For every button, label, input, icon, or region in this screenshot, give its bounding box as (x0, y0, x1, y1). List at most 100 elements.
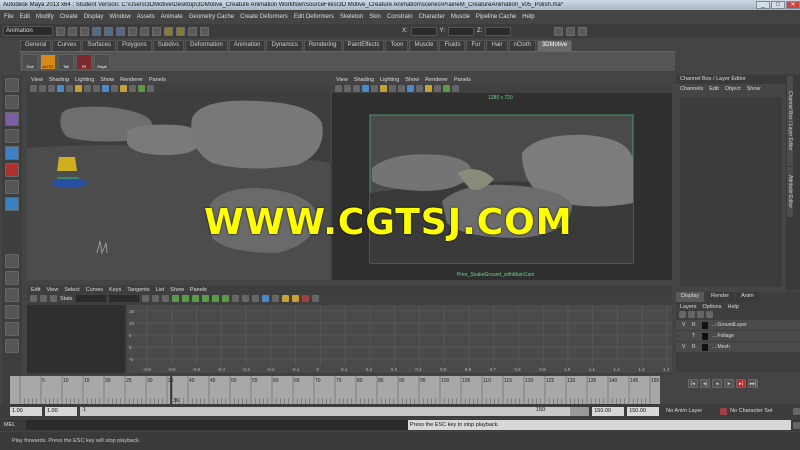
perspective-viewport[interactable]: View Shading Lighting Show Renderer Panels (27, 75, 330, 280)
mel-label[interactable]: MEL (0, 422, 26, 428)
move-layer-down-icon[interactable] (688, 311, 695, 318)
paint-select-icon[interactable] (5, 112, 19, 126)
menu-window[interactable]: Window (109, 14, 130, 20)
smooth-shade-icon[interactable] (407, 85, 414, 92)
lasso-tool-icon[interactable] (5, 95, 19, 109)
menu-set-dropdown[interactable]: Animation (3, 26, 53, 36)
layer-row[interactable]: V R ...:Mesh (676, 342, 800, 352)
playback-end-field[interactable]: 150.00 (592, 406, 625, 416)
z-field[interactable] (485, 26, 512, 36)
playback-button[interactable]: ▸ (724, 378, 734, 388)
spline-tangent-icon[interactable] (171, 295, 179, 302)
viewport-menu-lighting[interactable]: Lighting (380, 77, 399, 83)
attribute-editor-icon[interactable] (554, 26, 564, 36)
shelf-tab-fluids[interactable]: Fluids (439, 40, 466, 51)
channel-menu-object[interactable]: Object (725, 86, 741, 92)
viewport-menu-renderer[interactable]: Renderer (425, 77, 448, 83)
shelf-tab-subdivs[interactable]: Subdivs (152, 40, 185, 51)
lock-weight-icon[interactable] (271, 295, 279, 302)
layout-outliner-icon[interactable] (5, 322, 19, 336)
viewport-menu-panels[interactable]: Panels (454, 77, 471, 83)
side-tab-channel-box[interactable]: Channel Box / Layer Editor (787, 76, 793, 166)
shelf-tab-toon[interactable]: Toon (385, 40, 409, 51)
menu-create-deformers[interactable]: Create Deformers (240, 14, 288, 20)
shelf-button-rt[interactable]: Rt (76, 54, 92, 70)
graph-menu-curves[interactable]: Curves (86, 287, 103, 293)
xray-icon[interactable] (138, 85, 145, 92)
shelf-tab-dynamics[interactable]: Dynamics (266, 40, 303, 51)
new-layer-icon[interactable] (697, 311, 704, 318)
textured-icon[interactable] (416, 85, 423, 92)
layout-custom-icon[interactable] (5, 339, 19, 353)
trax-icon[interactable] (311, 295, 319, 302)
layer-color-swatch[interactable] (702, 343, 708, 351)
menu-assets[interactable]: Assets (137, 14, 155, 20)
wireframe-icon[interactable] (93, 85, 100, 92)
scale-tool-icon[interactable] (5, 163, 19, 177)
channel-menu-channels[interactable]: Channels (680, 86, 703, 92)
grid-icon[interactable] (66, 85, 73, 92)
xray-icon[interactable] (443, 85, 450, 92)
graph-menu-list[interactable]: List (156, 287, 165, 293)
layer-color-swatch[interactable] (702, 332, 708, 340)
side-tab-attribute-editor[interactable]: Attribute Editor (787, 167, 793, 217)
layout-single-icon[interactable] (5, 254, 19, 268)
playback-button[interactable]: ◂ (712, 378, 722, 388)
shelf-tab-hair[interactable]: Hair (486, 40, 508, 51)
menu-muscle[interactable]: Muscle (451, 14, 470, 20)
unify-tangent-icon[interactable] (251, 295, 259, 302)
graph-area[interactable]: -0.8 -0.6 -0.5 -0.4 -0.3 -0.2 -0.1 0 0.1 0.2 0.3 0.… (127, 305, 672, 373)
stats-field-time[interactable] (75, 295, 106, 302)
channel-menu-edit[interactable]: Edit (709, 86, 718, 92)
snap-curve-icon[interactable] (140, 26, 149, 36)
menu-character[interactable]: Character (419, 14, 445, 20)
viewport-menu-panels[interactable]: Panels (149, 77, 166, 83)
camera-viewport[interactable]: View Shading Lighting Show Renderer Panels 12… (332, 75, 672, 280)
anim-end-field[interactable]: 150.00 (627, 406, 660, 416)
wireframe-icon[interactable] (398, 85, 405, 92)
clamped-tangent-icon[interactable] (181, 295, 189, 302)
break-tangent-icon[interactable] (241, 295, 249, 302)
layer-tab-render[interactable]: Render (706, 292, 735, 302)
graph-menu-view[interactable]: View (46, 287, 58, 293)
shelf-tab-fur[interactable]: Fur (466, 40, 486, 51)
tool-settings-icon[interactable] (566, 26, 576, 36)
lock-camera-icon[interactable] (39, 85, 46, 92)
rotate-tool-icon[interactable] (5, 146, 19, 160)
layer-tab-display[interactable]: Display (676, 292, 705, 302)
open-scene-icon[interactable] (68, 26, 77, 36)
shelf-tab-ncloth[interactable]: nCloth (508, 40, 536, 51)
render-settings-icon[interactable] (188, 26, 197, 36)
select-hierarchy-icon[interactable] (92, 26, 101, 36)
layer-mode[interactable]: R (692, 322, 698, 328)
snap-grid-icon[interactable] (128, 26, 137, 36)
save-scene-icon[interactable] (80, 26, 89, 36)
viewport-menu-shading[interactable]: Shading (354, 77, 374, 83)
bookmark-icon[interactable] (48, 85, 55, 92)
menu-geometry-cache[interactable]: Geometry Cache (189, 14, 234, 20)
menu-display[interactable]: Display (84, 14, 104, 20)
new-scene-icon[interactable] (56, 26, 65, 36)
layer-tab-anim[interactable]: Anim (736, 292, 759, 302)
shelf-button-tail[interactable]: Tail (58, 54, 74, 70)
last-tool-icon[interactable] (5, 197, 19, 211)
move-tool-icon[interactable] (5, 129, 19, 143)
shelf-tab-muscle[interactable]: Muscle (409, 40, 439, 51)
shelf-tab-3dmotive[interactable]: 3DMotive (536, 40, 573, 51)
render-icon[interactable] (164, 26, 173, 36)
layer-visibility[interactable]: V (682, 344, 688, 350)
script-editor-icon[interactable] (793, 421, 800, 429)
y-field[interactable] (448, 26, 475, 36)
layer-visibility[interactable]: V (682, 322, 688, 328)
channel-menu-show[interactable]: Show (747, 86, 761, 92)
shadows-icon[interactable] (129, 85, 136, 92)
shelf-tab-painteffects[interactable]: PaintEffects (342, 40, 385, 51)
shelf-tab-curves[interactable]: Curves (52, 40, 82, 51)
layer-menu-layers[interactable]: Layers (680, 304, 697, 310)
viewport-menu-show[interactable]: Show (100, 77, 114, 83)
layout-four-icon[interactable] (5, 271, 19, 285)
layer-menu-help[interactable]: Help (727, 304, 738, 310)
image-plane-icon[interactable] (57, 85, 64, 92)
anim-start-field[interactable]: 1.00 (10, 406, 42, 416)
menu-create[interactable]: Create (60, 14, 78, 20)
